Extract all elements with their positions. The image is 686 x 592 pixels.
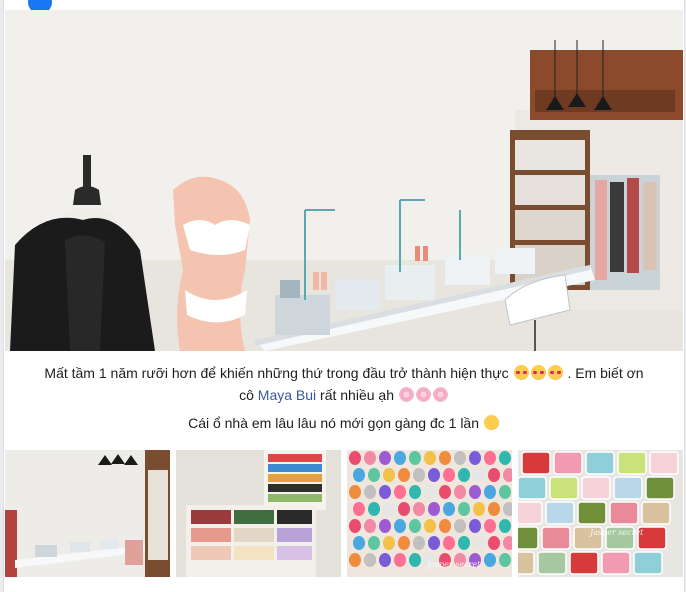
watermark-text: Jasper secret [427, 560, 481, 569]
caption-text-4: rất nhiều ạh [316, 387, 398, 403]
post-caption-line-3: Cái ổ nhà em lâu lâu nó mới gọn gàng đc … [4, 412, 684, 434]
post-caption: Mất tầm 1 năm rưỡi hơn để khiến những th… [4, 362, 684, 406]
main-photo[interactable] [5, 10, 683, 351]
smiling-face-with-hearts-icon [547, 365, 563, 380]
watermark-text: Jasper secret [590, 528, 644, 537]
rofl-icon [481, 412, 502, 433]
cherry-blossom-icon [415, 387, 431, 402]
smiling-face-with-hearts-icon [530, 365, 546, 380]
smiling-face-with-hearts-icon [513, 365, 529, 380]
caption-text-3: cô [239, 387, 258, 403]
photo-thumbnail-3[interactable]: Jasper secret [347, 450, 512, 577]
cherry-blossom-icon [398, 387, 414, 402]
photo-thumbnail-1[interactable] [5, 450, 170, 577]
mention-link[interactable]: Maya Bui [258, 387, 316, 403]
photo-thumbnail-2[interactable] [176, 450, 341, 577]
photo-thumbnail-4[interactable]: Jasper secret [518, 450, 683, 577]
caption-text-2: . Em biết ơn [563, 365, 644, 381]
caption-text-5: Cái ổ nhà em lâu lâu nó mới gọn gàng đc … [188, 415, 483, 431]
post-card: Mất tầm 1 năm rưỡi hơn để khiến những th… [3, 0, 685, 592]
caption-text-1: Mất tầm 1 năm rưỡi hơn để khiến những th… [44, 365, 513, 381]
cherry-blossom-icon [432, 387, 448, 402]
